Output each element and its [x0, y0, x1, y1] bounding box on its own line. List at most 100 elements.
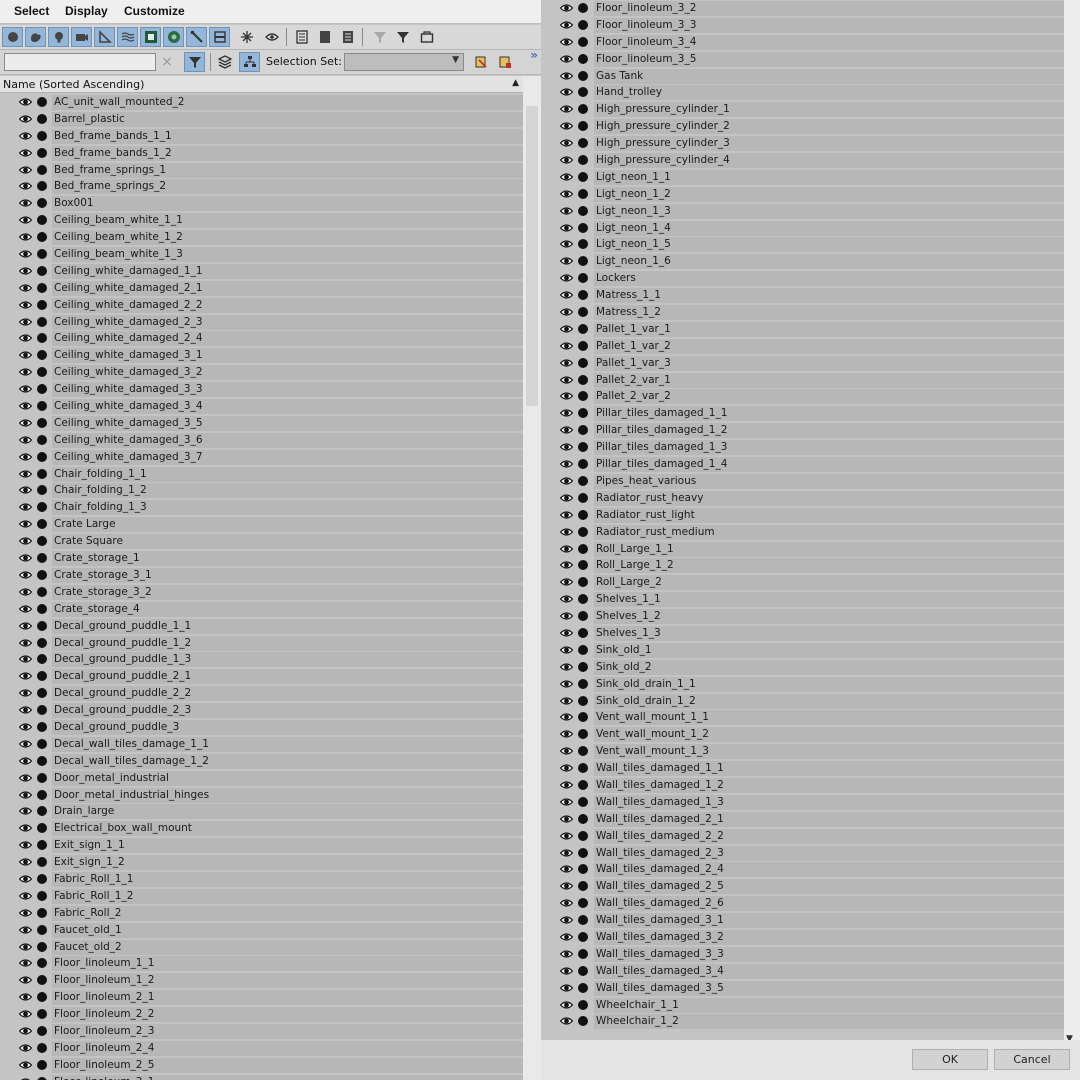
list-item[interactable]: Wall_tiles_damaged_3_1 — [541, 912, 1064, 929]
freeze-dot-icon[interactable] — [578, 509, 588, 520]
freeze-dot-icon[interactable] — [37, 992, 47, 1003]
freeze-dot-icon[interactable] — [578, 830, 588, 841]
list-item[interactable]: Floor_linoleum_3_4 — [541, 34, 1064, 51]
freeze-dot-icon[interactable] — [578, 560, 588, 571]
freeze-dot-icon[interactable] — [37, 147, 47, 158]
eye-icon[interactable] — [560, 611, 573, 621]
list-item[interactable]: Pallet_2_var_2 — [541, 388, 1064, 405]
list-item[interactable]: Floor_linoleum_1_2 — [0, 972, 523, 989]
list-item[interactable]: Shelves_1_3 — [541, 625, 1064, 642]
list-item[interactable]: Shelves_1_1 — [541, 591, 1064, 608]
eye-icon[interactable] — [560, 729, 573, 739]
eye-icon[interactable] — [19, 452, 32, 462]
freeze-dot-icon[interactable] — [578, 492, 588, 503]
list-item[interactable]: Floor_linoleum_2_5 — [0, 1057, 523, 1074]
freeze-dot-icon[interactable] — [578, 256, 588, 267]
eye-icon[interactable] — [19, 638, 32, 648]
list-item[interactable]: Radiator_rust_medium — [541, 524, 1064, 541]
eye-icon[interactable] — [560, 645, 573, 655]
eye-icon[interactable] — [560, 256, 573, 266]
freeze-dot-icon[interactable] — [37, 181, 47, 192]
eye-icon[interactable] — [19, 739, 32, 749]
list-item[interactable]: Pillar_tiles_damaged_1_4 — [541, 456, 1064, 473]
eye-icon[interactable] — [560, 527, 573, 537]
groups-filter-button[interactable] — [140, 27, 161, 47]
search-input[interactable] — [4, 53, 156, 71]
freeze-dot-icon[interactable] — [578, 999, 588, 1010]
freeze-dot-icon[interactable] — [37, 299, 47, 310]
eye-icon[interactable] — [560, 459, 573, 469]
freeze-dot-icon[interactable] — [578, 138, 588, 149]
freeze-dot-icon[interactable] — [578, 171, 588, 182]
clear-search-icon[interactable]: × — [160, 54, 174, 70]
eye-icon[interactable] — [19, 722, 32, 732]
eye-icon[interactable] — [19, 317, 32, 327]
freeze-dot-icon[interactable] — [37, 113, 47, 124]
list-item[interactable]: Wall_tiles_damaged_3_5 — [541, 980, 1064, 997]
list-item[interactable]: Radiator_rust_light — [541, 507, 1064, 524]
freeze-dot-icon[interactable] — [37, 603, 47, 614]
freeze-dot-icon[interactable] — [37, 755, 47, 766]
list-item[interactable]: Roll_Large_1_2 — [541, 557, 1064, 574]
list-item[interactable]: Ceiling_white_damaged_3_6 — [0, 432, 523, 449]
list-item[interactable]: Wall_tiles_damaged_1_3 — [541, 794, 1064, 811]
list-item[interactable]: Floor_linoleum_3_2 — [541, 0, 1064, 17]
list-item[interactable]: Ceiling_white_damaged_3_1 — [0, 347, 523, 364]
list-item[interactable]: Pallet_2_var_1 — [541, 372, 1064, 389]
list-item[interactable]: Ligt_neon_1_4 — [541, 220, 1064, 237]
eye-icon[interactable] — [560, 949, 573, 959]
freeze-dot-icon[interactable] — [578, 391, 588, 402]
eye-icon[interactable] — [19, 756, 32, 766]
eye-icon[interactable] — [560, 577, 573, 587]
list-item[interactable]: Ceiling_white_damaged_3_2 — [0, 364, 523, 381]
eye-icon[interactable] — [560, 476, 573, 486]
eye-icon[interactable] — [560, 493, 573, 503]
eye-icon[interactable] — [19, 131, 32, 141]
eye-icon[interactable] — [560, 189, 573, 199]
selection-set-dropdown[interactable]: ▼ — [344, 53, 464, 71]
space-warps-filter-button[interactable] — [117, 27, 138, 47]
freeze-dot-icon[interactable] — [37, 772, 47, 783]
ok-button[interactable]: OK — [912, 1049, 988, 1070]
list-item[interactable]: Crate Large — [0, 516, 523, 533]
eye-icon[interactable] — [560, 206, 573, 216]
eye-icon[interactable] — [19, 1009, 32, 1019]
list-item[interactable]: Crate_storage_3_1 — [0, 567, 523, 584]
eye-icon[interactable] — [19, 367, 32, 377]
eye-icon[interactable] — [560, 797, 573, 807]
filter-disabled-button[interactable] — [369, 27, 390, 47]
freeze-dot-icon[interactable] — [37, 586, 47, 597]
eye-icon[interactable] — [19, 165, 32, 175]
freeze-dot-icon[interactable] — [37, 1042, 47, 1053]
list-item[interactable]: Vent_wall_mount_1_2 — [541, 726, 1064, 743]
eye-icon[interactable] — [19, 587, 32, 597]
freeze-dot-icon[interactable] — [37, 637, 47, 648]
eye-icon[interactable] — [19, 97, 32, 107]
list-item[interactable]: High_pressure_cylinder_3 — [541, 135, 1064, 152]
eye-icon[interactable] — [560, 239, 573, 249]
eye-icon[interactable] — [19, 502, 32, 512]
eye-icon[interactable] — [19, 1043, 32, 1053]
freeze-dot-icon[interactable] — [37, 1009, 47, 1020]
helpers-filter-button[interactable] — [94, 27, 115, 47]
eye-icon[interactable] — [560, 290, 573, 300]
freeze-dot-icon[interactable] — [37, 367, 47, 378]
freeze-dot-icon[interactable] — [578, 982, 588, 993]
freeze-dot-icon[interactable] — [37, 688, 47, 699]
eye-icon[interactable] — [19, 181, 32, 191]
right-scrollbar[interactable]: ▼ — [1064, 0, 1080, 1045]
eye-icon[interactable] — [560, 712, 573, 722]
list-item[interactable]: Wheelchair_1_1 — [541, 997, 1064, 1014]
freeze-dot-icon[interactable] — [37, 823, 47, 834]
list-item[interactable]: Wall_tiles_damaged_3_3 — [541, 946, 1064, 963]
freeze-dot-icon[interactable] — [578, 746, 588, 757]
list-item[interactable]: Bed_frame_springs_1 — [0, 162, 523, 179]
list-item[interactable]: Floor_linoleum_1_1 — [0, 955, 523, 972]
freeze-dot-icon[interactable] — [578, 796, 588, 807]
eye-icon[interactable] — [560, 881, 573, 891]
freeze-dot-icon[interactable] — [578, 70, 588, 81]
eye-icon[interactable] — [19, 401, 32, 411]
freeze-dot-icon[interactable] — [37, 620, 47, 631]
eye-icon[interactable] — [19, 992, 32, 1002]
freeze-dot-icon[interactable] — [37, 721, 47, 732]
